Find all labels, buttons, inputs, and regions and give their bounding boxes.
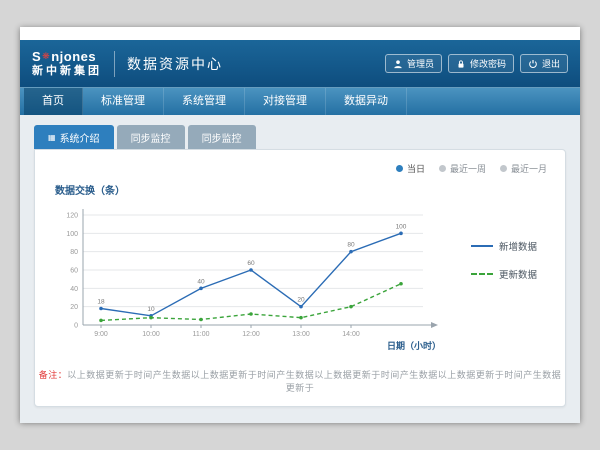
tab-bar: ▦ 系统介绍 同步监控 同步监控 [34, 125, 566, 149]
svg-text:60: 60 [247, 260, 255, 267]
radio-dot-icon [500, 165, 507, 172]
admin-user-button[interactable]: 管理员 [385, 54, 442, 73]
legend-label: 新增数据 [499, 239, 537, 253]
svg-text:120: 120 [66, 213, 78, 220]
svg-text:20: 20 [297, 297, 305, 304]
logo-text-part2: njones [51, 49, 96, 64]
solid-line-swatch [471, 245, 493, 247]
svg-text:80: 80 [70, 249, 78, 256]
radio-dot-icon [439, 165, 446, 172]
tab-system-intro[interactable]: ▦ 系统介绍 [34, 125, 114, 149]
tab-sync-monitor-1[interactable]: 同步监控 [117, 125, 185, 149]
svg-text:14:00: 14:00 [342, 331, 360, 338]
svg-text:10: 10 [147, 306, 155, 313]
power-icon [528, 59, 538, 69]
main-nav: 首页 标准管理 系统管理 对接管理 数据异动 [20, 87, 580, 115]
svg-text:100: 100 [396, 223, 407, 230]
svg-text:60: 60 [70, 268, 78, 275]
svg-text:日期（小时）: 日期（小时） [387, 340, 441, 351]
footnote-text: 以上数据更新于时间产生数据以上数据更新于时间产生数据以上数据更新于时间产生数据以… [67, 370, 561, 393]
tab-sync-monitor-2[interactable]: 同步监控 [188, 125, 256, 149]
legend-label: 更新数据 [499, 267, 537, 281]
grid-icon: ▦ [48, 134, 56, 142]
header-divider [114, 51, 115, 77]
logout-button[interactable]: 退出 [520, 54, 568, 73]
header-account-area: 管理员 修改密码 退出 [385, 54, 568, 73]
nav-item-system-mgmt[interactable]: 系统管理 [164, 88, 245, 115]
content-area: ▦ 系统介绍 同步监控 同步监控 当日 最近一周 [20, 115, 580, 423]
app-title: 数据资源中心 [127, 54, 223, 74]
logo-star-icon: ❋ [42, 51, 50, 61]
filter-last-month[interactable]: 最近一月 [500, 162, 547, 175]
nav-item-connection-mgmt[interactable]: 对接管理 [245, 88, 326, 115]
svg-text:40: 40 [70, 286, 78, 293]
svg-text:0: 0 [74, 323, 78, 330]
radio-dot-icon [396, 165, 403, 172]
logout-label: 退出 [542, 57, 560, 70]
svg-text:80: 80 [347, 242, 355, 249]
logo-text-part1: S [32, 49, 41, 64]
svg-text:10:00: 10:00 [142, 331, 160, 338]
page-top-margin [20, 27, 580, 40]
chart-panel: 当日 最近一周 最近一月 数据交换（条） 0 20 40 60 80 100 120 9:00… [34, 149, 566, 407]
brand-logo-subtext: 新中新集团 [32, 66, 102, 77]
legend-new-data: 新增数据 [471, 239, 537, 253]
svg-text:40: 40 [197, 278, 205, 285]
y-axis-title: 数据交换（条） [55, 182, 551, 197]
period-filter-group: 当日 最近一周 最近一月 [396, 162, 547, 175]
svg-text:100: 100 [66, 231, 78, 238]
brand-logo: S❋njones 新中新集团 [32, 50, 102, 77]
footnote: 备注：以上数据更新于时间产生数据以上数据更新于时间产生数据以上数据更新于时间产生… [35, 368, 565, 394]
lock-icon [456, 59, 466, 69]
tab-label: 系统介绍 [60, 130, 100, 145]
chart-row: 0 20 40 60 80 100 120 9:00 10:00 11:00 12:00 13:00 1… [49, 199, 551, 354]
svg-text:9:00: 9:00 [94, 331, 108, 338]
svg-text:20: 20 [70, 304, 78, 311]
admin-user-label: 管理员 [407, 57, 434, 70]
svg-text:13:00: 13:00 [292, 331, 310, 338]
svg-text:18: 18 [97, 299, 105, 306]
change-password-button[interactable]: 修改密码 [448, 54, 514, 73]
filter-label: 最近一周 [450, 162, 486, 175]
tab-label: 同步监控 [131, 130, 171, 145]
line-chart: 0 20 40 60 80 100 120 9:00 10:00 11:00 12:00 13:00 1… [49, 199, 469, 354]
filter-today[interactable]: 当日 [396, 162, 425, 175]
tab-label: 同步监控 [202, 130, 242, 145]
svg-text:12:00: 12:00 [242, 331, 260, 338]
svg-text:11:00: 11:00 [193, 331, 210, 338]
app-header: S❋njones 新中新集团 数据资源中心 管理员 修改密码 退出 [20, 40, 580, 87]
nav-item-standard-mgmt[interactable]: 标准管理 [83, 88, 164, 115]
series-legend: 新增数据 更新数据 [471, 239, 537, 281]
dashed-line-swatch [471, 273, 493, 275]
nav-item-home[interactable]: 首页 [24, 88, 83, 115]
filter-label: 最近一月 [511, 162, 547, 175]
brand-logo-text: S❋njones [32, 50, 102, 63]
filter-last-week[interactable]: 最近一周 [439, 162, 486, 175]
filter-label: 当日 [407, 162, 425, 175]
app-window: S❋njones 新中新集团 数据资源中心 管理员 修改密码 退出 首页 标准管… [20, 27, 580, 422]
change-password-label: 修改密码 [470, 57, 506, 70]
nav-item-data-change[interactable]: 数据异动 [326, 88, 407, 115]
user-icon [393, 59, 403, 69]
footnote-prefix: 备注： [39, 370, 68, 380]
legend-updated-data: 更新数据 [471, 267, 537, 281]
